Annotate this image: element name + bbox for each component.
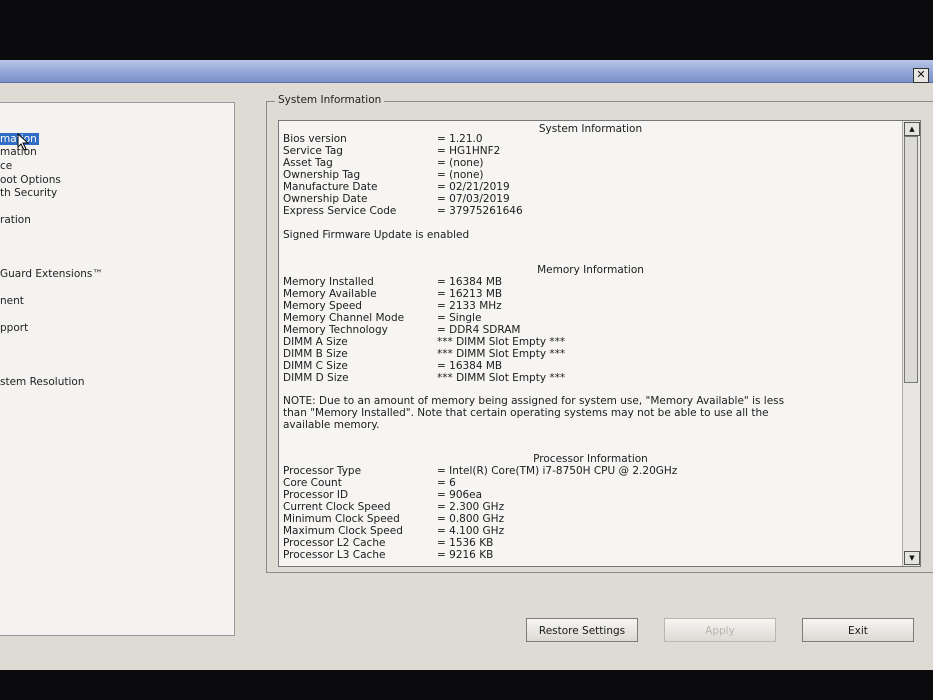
mouse-cursor-icon	[17, 133, 30, 151]
info-key: Processor ID	[283, 489, 349, 501]
nav-item-label: stem Resolution	[0, 376, 85, 388]
info-key: Memory Speed	[283, 300, 362, 312]
info-key: Processor Type	[283, 465, 362, 477]
info-key: Asset Tag	[283, 157, 333, 169]
info-key: Memory Technology	[283, 324, 388, 336]
info-key: Maximum Clock Speed	[283, 525, 403, 537]
info-key: Current Clock Speed	[283, 501, 391, 513]
scroll-up-icon[interactable]: ▲	[904, 122, 920, 136]
info-key: DIMM D Size	[283, 372, 349, 384]
processor-info-heading: Processor Information	[533, 453, 648, 465]
exit-button[interactable]: Exit	[802, 618, 914, 642]
nav-item-virtualization-support[interactable]: pport	[0, 321, 28, 335]
info-key: Ownership Date	[283, 193, 368, 205]
info-value: = (none)	[437, 157, 484, 169]
nav-item-label: ration	[0, 214, 31, 226]
info-value: = 07/03/2019	[437, 193, 510, 205]
system-information-listbox[interactable]: System Information Bios version = 1.21.0 …	[278, 120, 921, 567]
nav-item-software-guard-extensions[interactable]: Guard Extensions™	[0, 267, 103, 281]
nav-item-power-management[interactable]: nent	[0, 294, 24, 308]
info-key: Express Service Code	[283, 205, 397, 217]
group-title: System Information	[275, 94, 385, 106]
info-key: Memory Installed	[283, 276, 374, 288]
nav-item-boot-sequence[interactable]: ce	[0, 159, 12, 173]
info-value: = 16213 MB	[437, 288, 503, 300]
bios-setup-window: ✕ mation mation ce oot Options th Securi…	[0, 60, 933, 670]
info-value: = 6	[437, 477, 456, 489]
memory-info-heading: Memory Information	[537, 264, 644, 276]
nav-item-label: pport	[0, 322, 29, 334]
info-value: = HG1HNF2	[437, 145, 501, 157]
info-value: = 1536 KB	[437, 537, 494, 549]
info-key: Processor L3 Cache	[283, 549, 386, 561]
nav-item-supportassist-system-resolution[interactable]: stem Resolution	[0, 375, 84, 389]
scroll-down-icon[interactable]: ▼	[904, 551, 920, 565]
info-value: = 16384 MB	[437, 360, 503, 372]
apply-button[interactable]: Apply	[664, 618, 776, 642]
nav-item-system-configuration[interactable]: ration	[0, 213, 31, 227]
memory-note-line: than "Memory Installed". Note that certa…	[283, 407, 769, 419]
info-key: Ownership Tag	[283, 169, 361, 181]
memory-note-line: available memory.	[283, 419, 380, 431]
info-value: = 16384 MB	[437, 276, 503, 288]
nav-item-label: th Security	[0, 187, 58, 199]
info-value: = DDR4 SDRAM	[437, 324, 521, 336]
nav-item-label: ce	[0, 160, 13, 172]
info-value: = Intel(R) Core(TM) i7-8750H CPU @ 2.20G…	[437, 465, 678, 477]
settings-nav-tree: mation mation ce oot Options th Security…	[0, 102, 235, 636]
system-info-heading: System Information	[538, 123, 643, 135]
info-value: = 02/21/2019	[437, 181, 510, 193]
info-key: Minimum Clock Speed	[283, 513, 400, 525]
info-content: System Information Bios version = 1.21.0 …	[283, 121, 898, 566]
info-value: *** DIMM Slot Empty ***	[437, 372, 566, 384]
info-value: = 0.800 GHz	[437, 513, 505, 525]
info-value: = (none)	[437, 169, 484, 181]
info-key: DIMM C Size	[283, 360, 348, 372]
firmware-note: Signed Firmware Update is enabled	[283, 229, 470, 241]
restore-settings-button[interactable]: Restore Settings	[526, 618, 638, 642]
info-key: DIMM B Size	[283, 348, 348, 360]
info-value: = 2133 MHz	[437, 300, 502, 312]
info-value: = Single	[437, 312, 482, 324]
info-key: Memory Channel Mode	[283, 312, 405, 324]
scroll-thumb[interactable]	[904, 136, 918, 383]
info-value: *** DIMM Slot Empty ***	[437, 348, 566, 360]
info-key: Manufacture Date	[283, 181, 378, 193]
info-key: Service Tag	[283, 145, 343, 157]
info-key: Processor L2 Cache	[283, 537, 386, 549]
nav-item-uefi-boot-path-security[interactable]: th Security	[0, 186, 57, 200]
nav-item-label: oot Options	[0, 174, 61, 186]
vertical-scrollbar[interactable]: ▲ ▼	[902, 121, 920, 566]
nav-item-advanced-boot-options[interactable]: oot Options	[0, 173, 61, 187]
info-key: DIMM A Size	[283, 336, 348, 348]
close-button[interactable]: ✕	[913, 68, 929, 83]
memory-note-line: NOTE: Due to an amount of memory being a…	[283, 395, 785, 407]
info-key: Bios version	[283, 133, 347, 145]
info-value: = 1.21.0	[437, 133, 483, 145]
info-key: Core Count	[283, 477, 342, 489]
info-value: = 906ea	[437, 489, 483, 501]
info-value: = 9216 KB	[437, 549, 494, 561]
info-value: *** DIMM Slot Empty ***	[437, 336, 566, 348]
info-value: = 2.300 GHz	[437, 501, 505, 513]
nav-item-label: Guard Extensions™	[0, 268, 103, 280]
info-value: = 4.100 GHz	[437, 525, 505, 537]
info-value: = 37975261646	[437, 205, 523, 217]
nav-item-label: nent	[0, 295, 24, 307]
bios-screen: ✕ mation mation ce oot Options th Securi…	[0, 0, 933, 700]
info-key: Memory Available	[283, 288, 377, 300]
title-bar: ✕	[0, 60, 933, 83]
